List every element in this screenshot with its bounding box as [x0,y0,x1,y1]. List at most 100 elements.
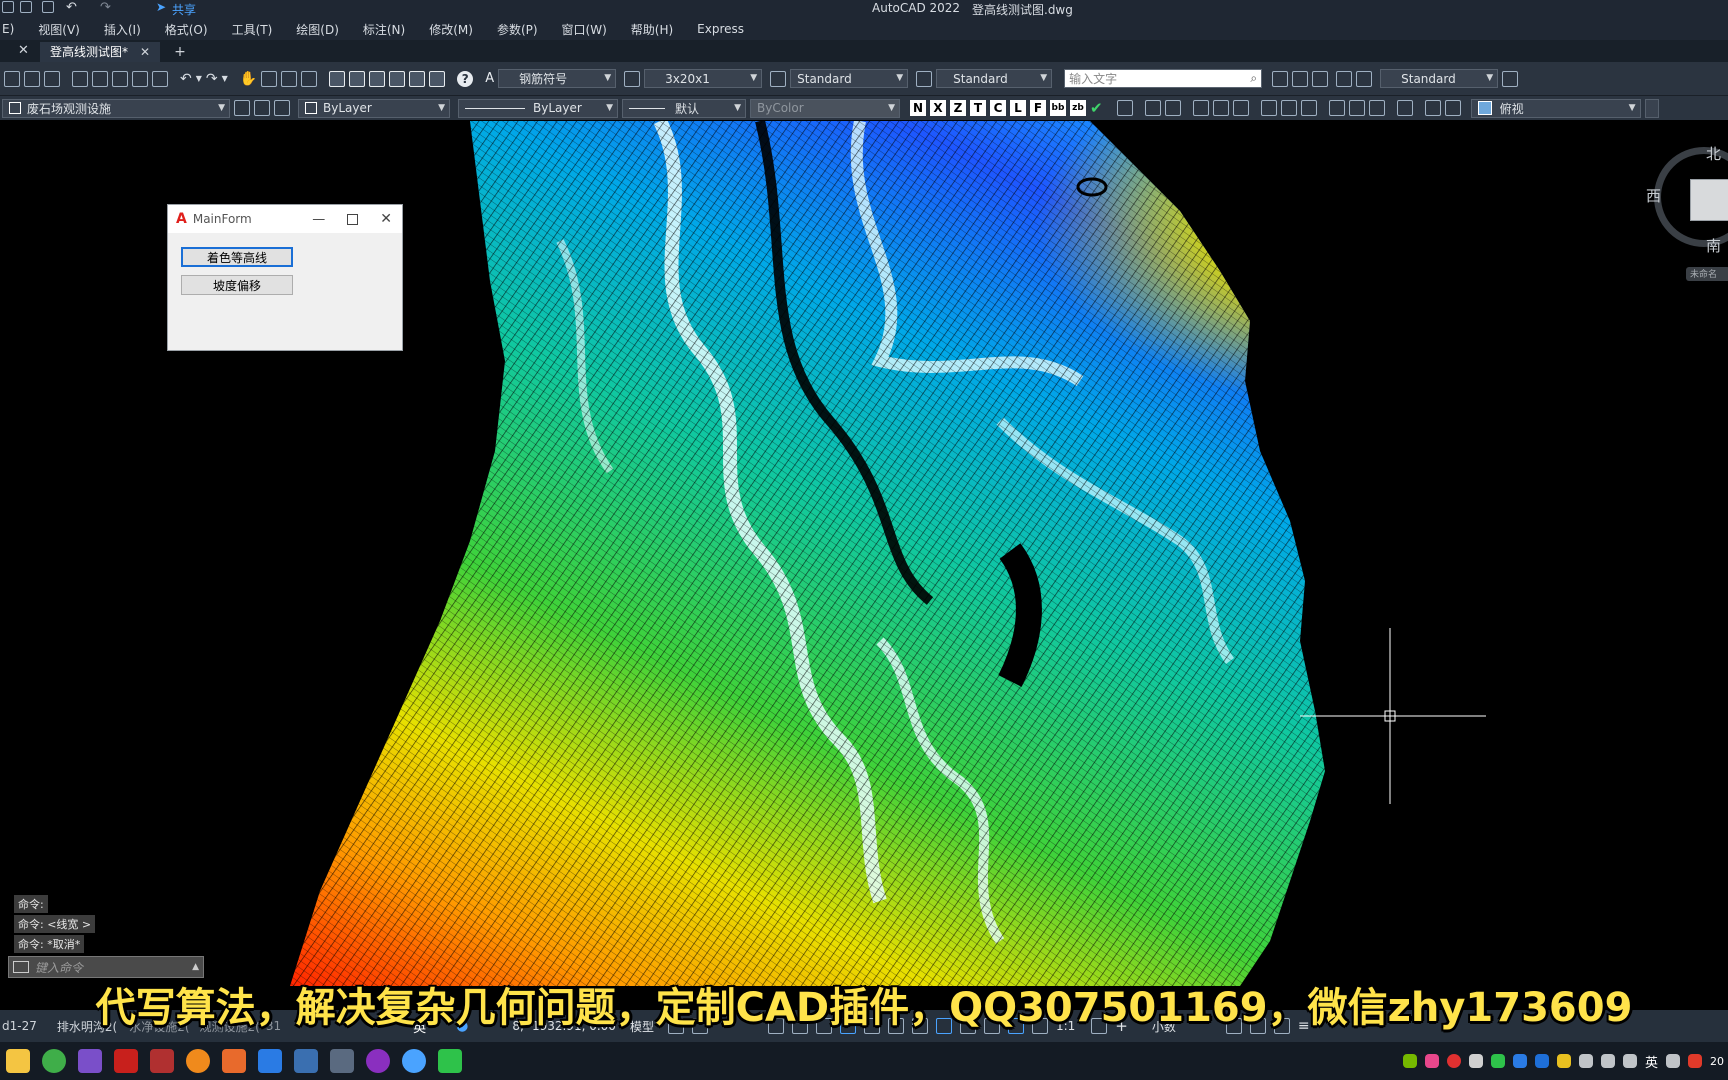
menu-item-modify[interactable]: 修改(M) [417,21,485,38]
print-icon[interactable] [42,1,54,13]
leader-style-select[interactable]: Standard ▼ [1380,69,1499,88]
saveas-icon[interactable] [20,1,32,13]
tab-drawing[interactable]: 登高线测试图* ✕ [40,42,161,62]
ucs-apply-icon[interactable] [1396,100,1413,116]
layer-states-icon[interactable] [274,100,290,116]
share-label[interactable]: 共享 [172,1,196,18]
compass-south[interactable]: 南 [1706,235,1721,256]
print-icon[interactable] [24,70,40,87]
menu-item-express[interactable]: Express [685,22,756,36]
view-cube[interactable]: 北 西 南 未命名 [1646,145,1728,281]
new-tab-icon[interactable]: + [174,44,186,60]
browser-icon[interactable] [42,1049,66,1073]
close-icon[interactable]: ✕ [18,43,29,58]
ime-tray[interactable]: 英 [1645,1052,1658,1071]
text-style-icon[interactable]: A [485,71,494,86]
grid-tray-icon[interactable] [1666,1054,1680,1068]
multileader-style-select[interactable]: Standard ▼ [936,69,1053,88]
cut-icon[interactable] [72,70,88,87]
network-icon[interactable] [1578,1054,1593,1068]
layer-select[interactable]: 废石场观测设施 ▼ [2,98,230,118]
ucs-view-icon[interactable] [1232,100,1249,116]
bluetooth-icon[interactable] [1534,1054,1549,1068]
git-icon[interactable] [366,1049,390,1073]
ucs-x-icon[interactable] [1328,100,1345,116]
record-icon[interactable] [1446,1054,1461,1068]
view-cube-face-top[interactable] [1690,179,1728,221]
search-input[interactable]: 输入文字 ⌕ [1064,69,1263,88]
named-ucs-icon[interactable] [1424,100,1441,116]
design-center-icon[interactable] [349,70,366,87]
compass-west[interactable]: 西 [1646,185,1661,206]
color-select[interactable]: ByLayer ▼ [298,98,450,118]
menu-item-format[interactable]: 格式(O) [153,21,220,38]
nvidia-icon[interactable] [1402,1054,1417,1068]
menu-item-insert[interactable]: 插入(I) [92,21,153,38]
tray-app-icon[interactable] [1512,1054,1527,1068]
zoom-window-icon[interactable] [281,70,298,87]
leader-style-icon[interactable] [1502,70,1519,87]
ucs-object-icon[interactable] [1212,100,1229,116]
tray-app-icon[interactable] [1468,1054,1483,1068]
ucs-icon[interactable] [1116,100,1133,116]
zoom-realtime-icon[interactable] [261,70,278,87]
ucs-zaxis-icon[interactable] [1280,100,1297,116]
file-explorer-icon[interactable] [6,1049,30,1073]
ucs-settings-icon[interactable] [1444,100,1461,116]
tool-zb-button[interactable]: zb [1070,100,1086,116]
color-contour-button[interactable]: 着色等高线 [181,247,293,267]
lineweight-select[interactable]: 默认 ▼ [622,98,746,118]
tool-f-button[interactable]: F [1030,100,1046,116]
text-style-select[interactable]: 钢筋符号 ▼ [498,69,617,88]
table-style-icon[interactable] [770,70,787,87]
paste-icon[interactable] [112,70,128,87]
security-icon[interactable] [1556,1054,1571,1068]
checkmark-icon[interactable]: ✔ [1090,99,1103,117]
drawing-canvas[interactable]: 北 西 南 未命名 A MainForm — ✕ 着色等高线 坡度偏移 [0,121,1728,986]
volume-icon[interactable] [1600,1054,1615,1068]
tab-close-icon[interactable]: ✕ [140,42,150,62]
tool-c-button[interactable]: C [990,100,1006,116]
make-current-layer-icon[interactable] [234,100,250,116]
multileader-style-icon[interactable] [916,70,933,87]
media-app-icon[interactable] [222,1049,246,1073]
virtual-desktop-icon[interactable] [330,1049,354,1073]
tool-x-button[interactable]: X [930,100,946,116]
menu-item-view[interactable]: 视图(V) [26,21,92,38]
close-icon[interactable]: ✕ [380,211,392,227]
redo-icon[interactable]: ↷ [206,71,218,87]
wps-icon[interactable] [1688,1054,1702,1068]
multileader-icon[interactable] [1272,70,1289,87]
menu-item[interactable]: E) [0,22,26,36]
ucs-z-icon[interactable] [1368,100,1385,116]
menu-item-parameter[interactable]: 参数(P) [485,21,550,38]
redo-dropdown-icon[interactable]: ▼ [222,74,228,83]
pan-icon[interactable]: ✋ [240,71,257,87]
undo-icon[interactable]: ↶ [180,71,192,87]
command-icon[interactable] [13,961,29,973]
collect-leader-icon[interactable] [1356,70,1373,87]
layer-previous-icon[interactable] [254,100,270,116]
ucs-origin-icon[interactable] [1260,100,1277,116]
calculator-icon[interactable] [429,70,446,87]
copy-icon[interactable] [92,70,108,87]
menu-item-draw[interactable]: 绘图(D) [284,21,351,38]
menu-item-window[interactable]: 窗口(W) [550,21,619,38]
dim-style-select[interactable]: 3x20x1 ▼ [644,69,763,88]
publish-icon[interactable] [44,70,60,87]
chevron-up-icon[interactable]: ▲ [192,962,199,972]
maximize-icon[interactable] [347,213,359,225]
tool-l-button[interactable]: L [1010,100,1026,116]
new-icon[interactable] [4,70,20,87]
app-icon[interactable] [150,1049,174,1073]
feishu-icon[interactable] [258,1049,282,1073]
tool-bb-button[interactable]: bb [1050,100,1066,116]
share-icon[interactable]: ➤ [156,0,166,14]
properties-icon[interactable] [329,70,346,87]
tray-app-icon[interactable] [1424,1054,1439,1068]
remove-leader-icon[interactable] [1312,70,1329,87]
tool-z-button[interactable]: Z [950,100,966,116]
menu-item-tools[interactable]: 工具(T) [220,21,285,38]
save-icon[interactable] [2,1,14,13]
zoom-previous-icon[interactable] [301,70,318,87]
